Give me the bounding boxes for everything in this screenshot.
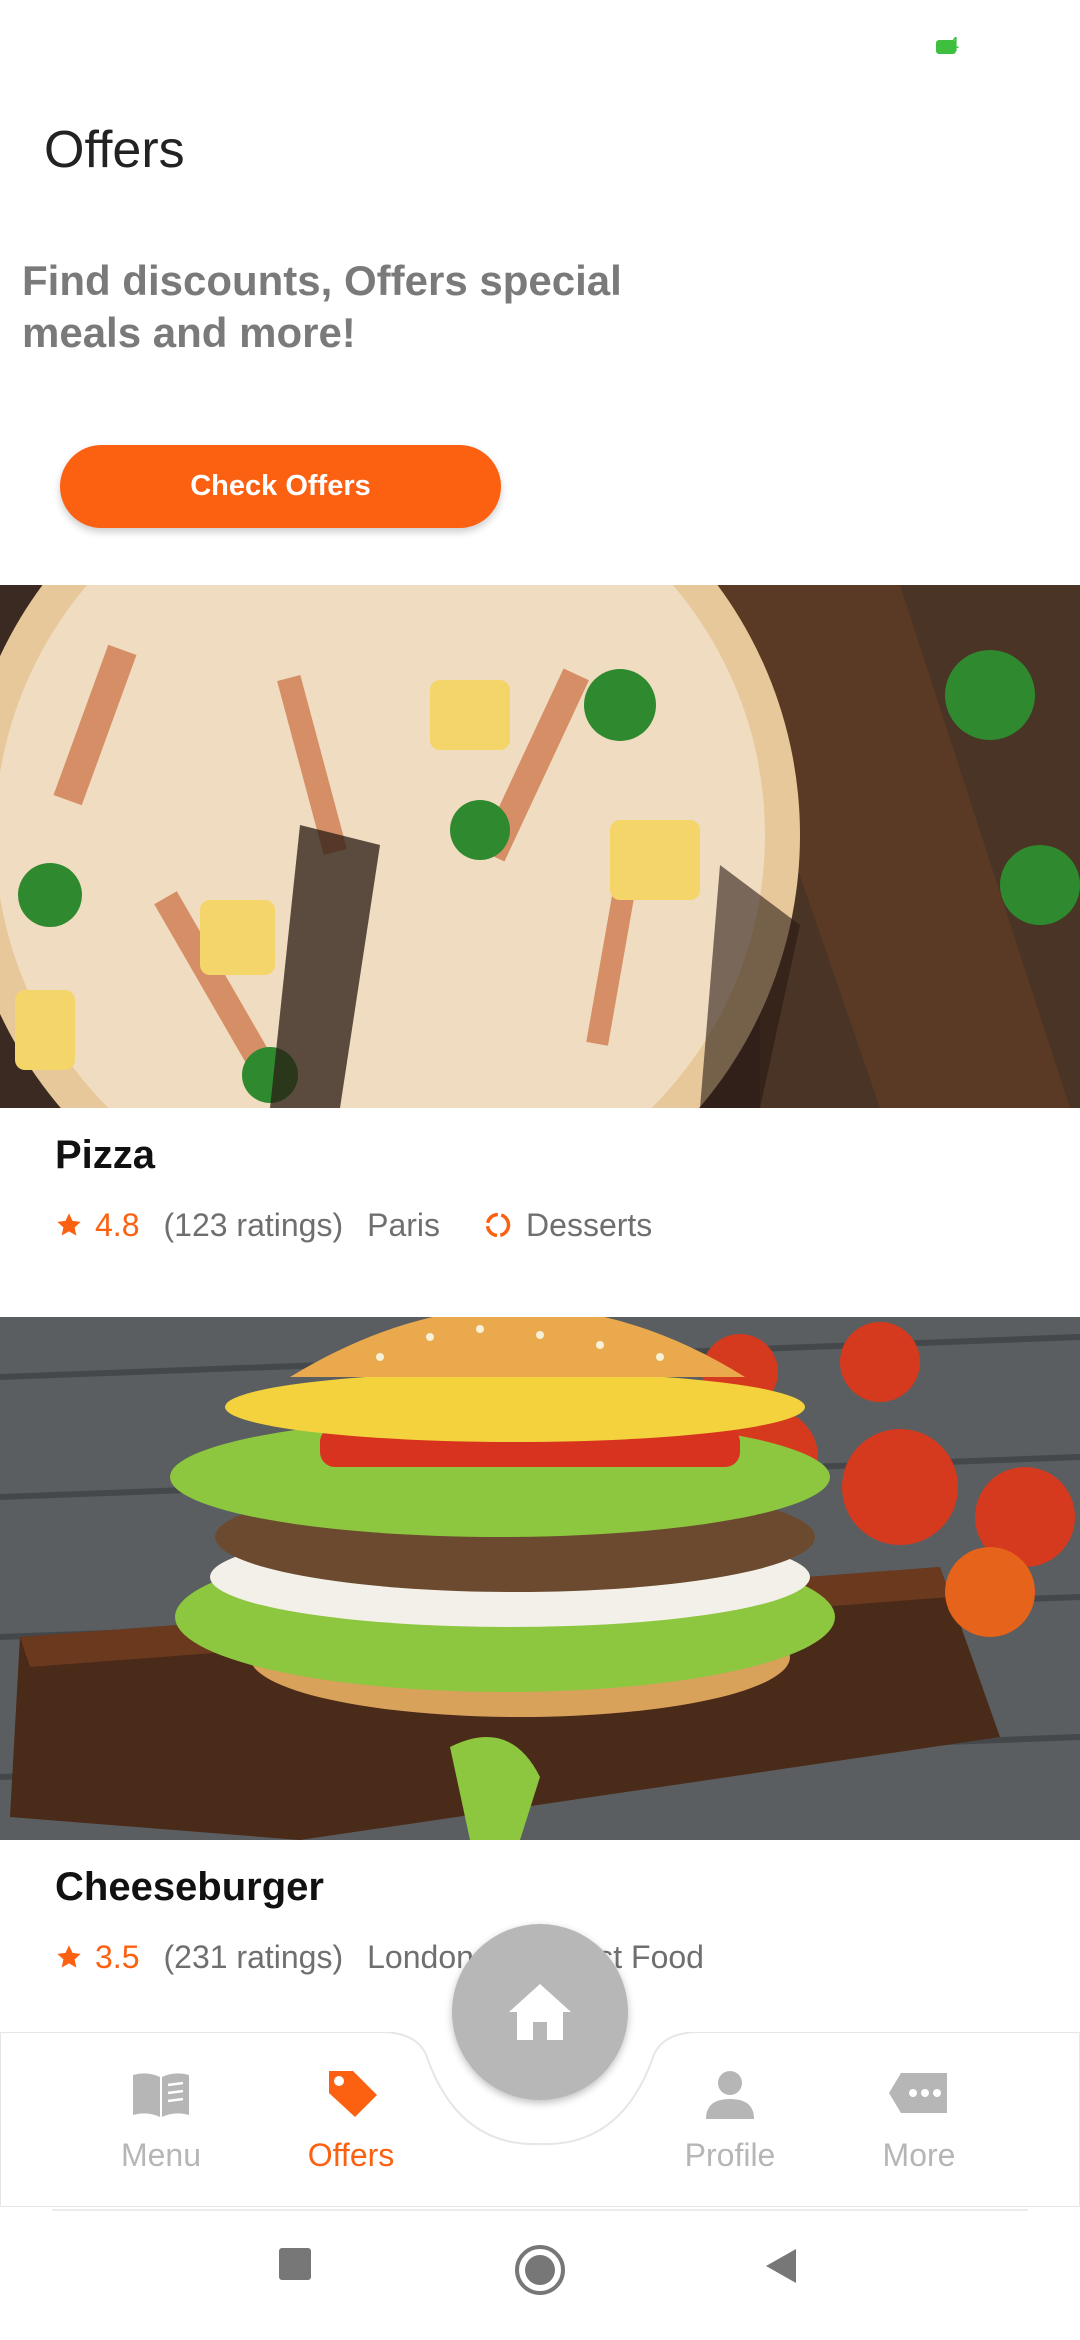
check-offers-button[interactable]: Check Offers — [60, 445, 501, 528]
home-button[interactable] — [452, 1924, 628, 2100]
item-meta: 4.8 (123 ratings) Paris Desserts — [55, 1205, 652, 1245]
promo-subtitle: Find discounts, Offers special meals and… — [22, 257, 622, 356]
item-rating: 4.8 — [95, 1206, 140, 1243]
battery-level: 4 — [948, 34, 960, 56]
page-title: Offers — [44, 121, 185, 179]
back-icon[interactable] — [764, 2247, 798, 2285]
nav-item-menu[interactable]: Menu — [91, 2067, 231, 2177]
star-icon — [57, 1213, 81, 1236]
item-name: Pizza — [55, 1133, 156, 1177]
item-ratings-count: (123 ratings) — [163, 1206, 344, 1243]
status-bar: 4 — [0, 0, 1080, 95]
nav-item-profile[interactable]: Profile — [660, 2067, 800, 2177]
item-ratings-count: (231 ratings) — [163, 1938, 344, 1975]
item-name: Cheeseburger — [55, 1865, 324, 1909]
home-icon — [509, 1984, 571, 2040]
cheeseburger-image — [0, 1317, 1080, 1840]
item-city: Paris — [367, 1206, 441, 1243]
offer-card-cheeseburger[interactable]: Cheeseburger 3.5 (231 ratings) London Fa… — [0, 1317, 1080, 2017]
offer-card-pizza[interactable]: Pizza 4.8 (123 ratings) Paris Desserts — [0, 585, 1080, 1285]
nav-label-profile: Profile — [684, 2137, 776, 2173]
item-category: Desserts — [526, 1206, 653, 1243]
recents-icon[interactable] — [278, 2247, 312, 2281]
home-system-icon[interactable] — [514, 2244, 566, 2296]
nav-label-menu: Menu — [120, 2137, 202, 2173]
menu-book-icon — [133, 2073, 189, 2117]
star-icon — [57, 1945, 81, 1968]
nav-label-offers: Offers — [307, 2137, 395, 2173]
nav-item-offers[interactable]: Offers — [281, 2067, 421, 2177]
person-icon — [706, 2071, 754, 2119]
pizza-image — [0, 585, 1080, 1108]
item-city: London — [367, 1938, 474, 1975]
tag-icon — [329, 2071, 377, 2117]
system-navigation-bar — [0, 2211, 1080, 2340]
more-icon — [889, 2073, 947, 2113]
nav-item-more[interactable]: More — [849, 2067, 989, 2177]
nav-label-more: More — [882, 2137, 956, 2173]
item-rating: 3.5 — [95, 1938, 140, 1975]
category-icon — [485, 1212, 511, 1238]
